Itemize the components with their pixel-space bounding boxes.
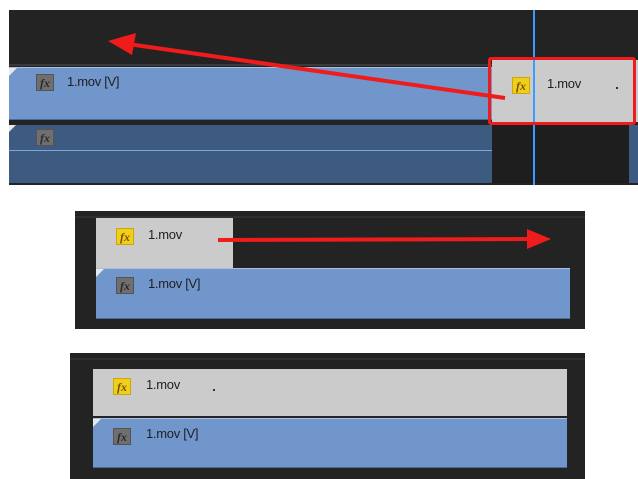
- arrow-left-annotation: [108, 33, 506, 100]
- arrow-right-annotation: [217, 229, 551, 249]
- annotation-arrows: [108, 33, 551, 249]
